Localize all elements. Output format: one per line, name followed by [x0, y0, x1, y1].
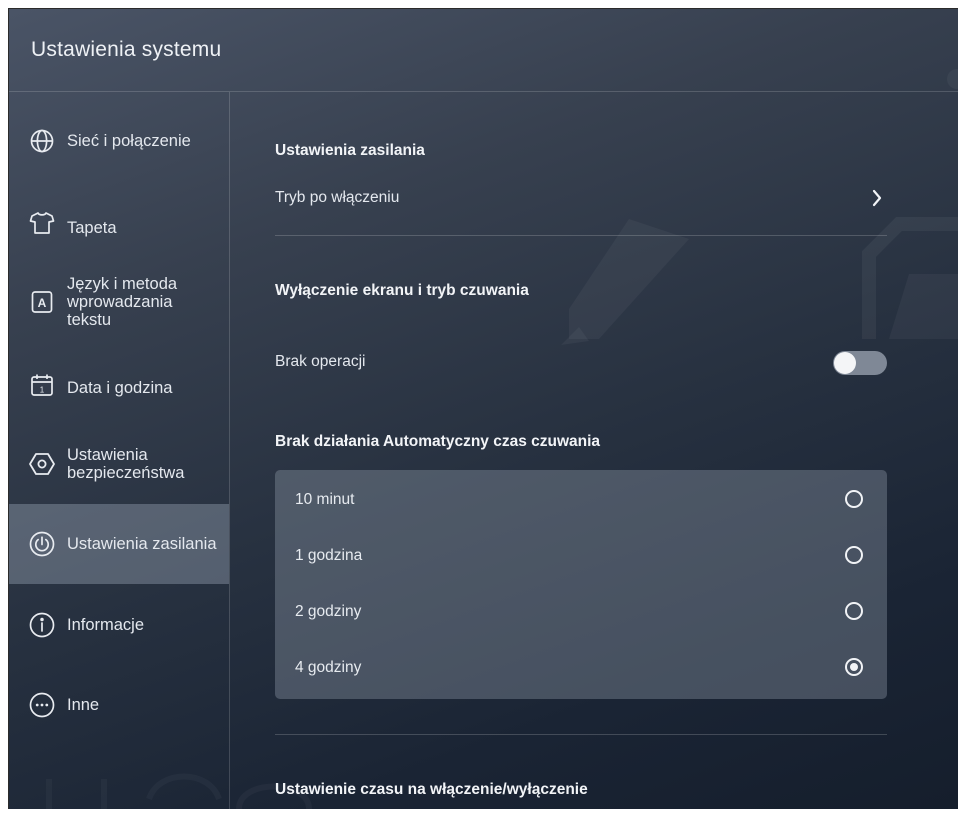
toggle-knob — [834, 352, 856, 374]
standby-option-2-godziny[interactable]: 2 godziny — [275, 585, 887, 641]
sidebar-item-wallpaper[interactable]: Tapeta — [9, 192, 229, 254]
standby-option-4-godziny[interactable]: 4 godziny — [275, 641, 887, 697]
title-bar: Ustawienia systemu — [9, 9, 958, 91]
sidebar-item-label: Inne — [67, 696, 100, 714]
power-icon — [29, 531, 55, 557]
sidebar-item-label: Informacje — [67, 616, 145, 634]
radio-button-selected[interactable] — [845, 658, 863, 676]
sidebar-item-network[interactable]: Sieć i połączenie — [9, 106, 229, 176]
no-operation-toggle[interactable] — [833, 351, 887, 375]
schedule-section-title: Ustawienie czasu na włączenie/wyłączenie — [275, 781, 588, 798]
keyboard-a-icon: A — [29, 289, 55, 315]
settings-window: Ustawienia systemu Sieć i połączenie Tap… — [8, 8, 958, 809]
sidebar: Sieć i połączenie Tapeta A Język i metod… — [9, 92, 229, 809]
option-label: 10 minut — [295, 491, 355, 508]
standby-section-title: Brak działania Automatyczny czas czuwani… — [275, 433, 601, 450]
shirt-icon — [29, 210, 55, 236]
calendar-icon: 1 — [29, 372, 55, 398]
sidebar-item-power[interactable]: Ustawienia zasilania — [9, 504, 229, 584]
info-icon — [29, 612, 55, 638]
sidebar-item-label: Język i metoda wprowadzania tekstu — [67, 275, 178, 329]
svg-text:1: 1 — [40, 386, 45, 395]
sidebar-item-label: Tapeta — [67, 219, 117, 237]
radio-button[interactable] — [845, 546, 863, 564]
option-label: 2 godziny — [295, 603, 362, 620]
sidebar-item-other[interactable]: Inne — [9, 674, 229, 736]
sidebar-item-info[interactable]: Informacje — [9, 594, 229, 656]
globe-icon — [29, 128, 55, 154]
window-title: Ustawienia systemu — [31, 38, 222, 61]
section-divider — [275, 235, 887, 236]
option-label: 1 godzina — [295, 547, 363, 564]
chevron-right-icon[interactable] — [871, 189, 883, 212]
screen-section-title: Wyłączenie ekranu i tryb czuwania — [275, 282, 529, 299]
sidebar-item-label: Ustawienia zasilania — [67, 535, 217, 553]
power-section-title: Ustawienia zasilania — [275, 142, 425, 159]
sidebar-item-security[interactable]: Ustawienia bezpieczeństwa — [9, 428, 229, 500]
no-operation-label: Brak operacji — [275, 353, 366, 370]
sidebar-item-label: Ustawienia bezpieczeństwa — [67, 446, 185, 482]
more-icon — [29, 692, 55, 718]
svg-text:A: A — [38, 296, 47, 310]
standby-option-10-minut[interactable]: 10 minut — [275, 473, 887, 529]
sidebar-item-datetime[interactable]: 1 Data i godzina — [9, 354, 229, 416]
section-divider — [275, 734, 887, 735]
radio-dot — [850, 663, 858, 671]
standby-option-1-godzina[interactable]: 1 godzina — [275, 529, 887, 585]
radio-button[interactable] — [845, 490, 863, 508]
radio-button[interactable] — [845, 602, 863, 620]
sidebar-item-label: Data i godzina — [67, 379, 173, 397]
boot-mode-row[interactable]: Tryb po włączeniu — [275, 189, 399, 207]
option-label: 4 godziny — [295, 659, 362, 676]
hexagon-shield-icon — [29, 451, 55, 477]
sidebar-item-label: Sieć i połączenie — [67, 132, 191, 150]
standby-options-panel: 10 minut 1 godzina 2 godziny 4 godziny — [275, 470, 887, 699]
sidebar-item-language[interactable]: A Język i metoda wprowadzania tekstu — [9, 262, 229, 342]
power-settings-panel: Ustawienia zasilania Tryb po włączeniu W… — [230, 92, 958, 809]
